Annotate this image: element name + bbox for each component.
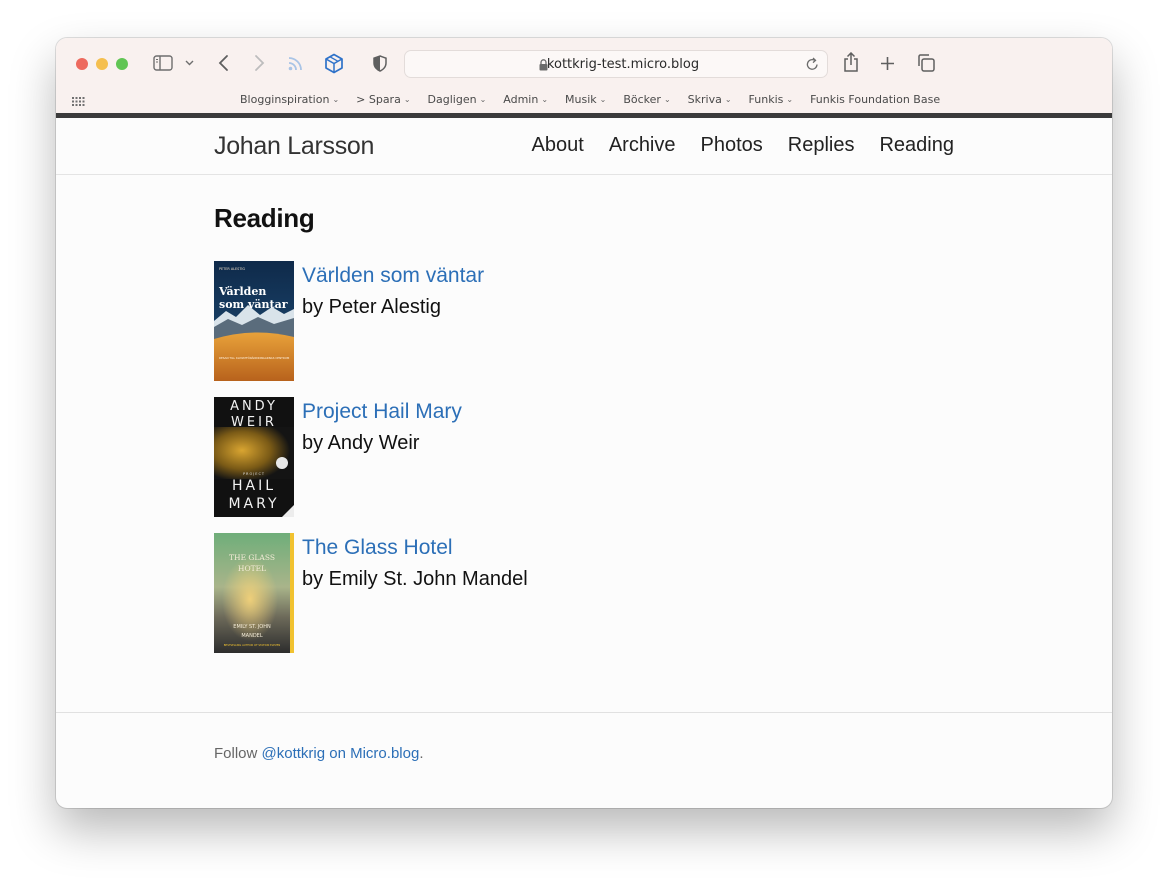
bookmark-folder[interactable]: Admin ⌄ (503, 92, 548, 106)
chevron-down-icon: ⌄ (403, 94, 411, 104)
book-item: THE GLASS HOTEL EMILY ST. JOHN MANDEL BE… (214, 533, 814, 653)
book-author: by Peter Alestig (302, 296, 441, 318)
book-item: PETER ALESTIG Världen som väntar RESAN T… (214, 261, 814, 381)
cube-extension-icon[interactable] (324, 53, 344, 74)
footer-suffix: . (419, 745, 424, 762)
browser-toolbar: kottkrig-test.micro.blog Blogginspiratio… (56, 38, 1112, 113)
bookmark-folder[interactable]: Blogginspiration ⌄ (240, 92, 339, 106)
bookmark-label: > Spara (356, 92, 401, 106)
rss-icon[interactable] (288, 56, 303, 71)
bookmark-item[interactable]: Funkis Foundation Base (810, 92, 940, 106)
footer-prefix: Follow (214, 745, 262, 762)
bookmark-folder[interactable]: Funkis ⌄ (749, 92, 794, 106)
bookmark-folder[interactable]: Musik ⌄ (565, 92, 606, 106)
book-cover[interactable]: ANDY WEIR PROJECT HAIL MARY (214, 397, 294, 517)
chevron-down-icon: ⌄ (599, 94, 607, 104)
nav-about[interactable]: About (532, 134, 584, 157)
bookmark-label: Admin (503, 92, 539, 106)
cover-author-text: PETER ALESTIG (219, 267, 245, 271)
nav-replies[interactable]: Replies (788, 134, 855, 157)
cover-label-text: PROJECT (243, 472, 265, 476)
forward-icon[interactable] (254, 54, 265, 72)
reload-icon[interactable] (806, 57, 819, 76)
chevron-down-icon: ⌄ (332, 94, 340, 104)
close-window-button[interactable] (76, 58, 88, 70)
chevron-down-icon: ⌄ (724, 94, 732, 104)
cover-title-text: Världen (218, 285, 266, 298)
bookmark-label: Blogginspiration (240, 92, 330, 106)
site-nav: About Archive Photos Replies Reading (507, 134, 954, 157)
cover-author-text: EMILY ST. JOHN (233, 624, 271, 630)
book-title-link[interactable]: Världen som väntar (302, 264, 484, 288)
bookmark-folder[interactable]: > Spara ⌄ (356, 92, 410, 106)
cover-author-text: WEIR (231, 415, 277, 430)
share-icon[interactable] (843, 52, 859, 72)
site-footer: Follow @kottkrig on Micro.blog. (214, 745, 423, 762)
bookmark-label: Funkis Foundation Base (810, 92, 941, 106)
microblog-profile-link[interactable]: @kottkrig on Micro.blog (262, 745, 420, 762)
cover-author-text: MANDEL (241, 633, 262, 639)
nav-reading[interactable]: Reading (879, 134, 954, 157)
cover-author-text: ANDY (230, 399, 278, 414)
zoom-window-button[interactable] (116, 58, 128, 70)
nav-archive[interactable]: Archive (609, 134, 676, 157)
page-title: Reading (214, 203, 315, 233)
book-author: by Andy Weir (302, 432, 420, 454)
bookmark-folder[interactable]: Dagligen ⌄ (428, 92, 487, 106)
bookmarks-bar: Blogginspiration ⌄ > Spara ⌄ Dagligen ⌄ Adm… (240, 92, 957, 106)
site-title[interactable]: Johan Larsson (214, 132, 374, 161)
cover-title-text: MARY (228, 496, 279, 512)
book-item: ANDY WEIR PROJECT HAIL MARY Project Hail… (214, 397, 814, 517)
book-cover[interactable]: THE GLASS HOTEL EMILY ST. JOHN MANDEL BE… (214, 533, 294, 653)
bookmark-label: Funkis (748, 92, 784, 106)
site-header: Johan Larsson About Archive Photos Repli… (56, 118, 1112, 175)
bookmark-label: Böcker (623, 92, 661, 106)
favorites-grid-icon[interactable] (72, 93, 85, 111)
privacy-shield-icon[interactable] (373, 55, 387, 72)
bookmark-folder[interactable]: Böcker ⌄ (623, 92, 670, 106)
browser-window: kottkrig-test.micro.blog Blogginspiratio… (56, 38, 1112, 808)
chevron-down-icon: ⌄ (663, 94, 671, 104)
nav-photos[interactable]: Photos (701, 134, 763, 157)
url-text: kottkrig-test.micro.blog (546, 57, 700, 72)
bookmark-folder[interactable]: Skriva ⌄ (688, 92, 732, 106)
back-icon[interactable] (218, 54, 229, 72)
cover-tagline-text: BESTSELLING AUTHOR OF STATION ELEVEN (224, 643, 280, 647)
book-cover[interactable]: PETER ALESTIG Världen som väntar RESAN T… (214, 261, 294, 381)
tab-overview-icon[interactable] (917, 54, 935, 72)
chevron-down-icon: ⌄ (541, 94, 549, 104)
book-title-link[interactable]: The Glass Hotel (302, 536, 453, 560)
cover-title-text: THE GLASS (229, 553, 275, 562)
sidebar-icon[interactable] (153, 55, 173, 71)
bookmark-label: Dagligen (427, 92, 477, 106)
footer-divider (56, 712, 1112, 713)
chevron-down-icon: ⌄ (479, 94, 487, 104)
book-author: by Emily St. John Mandel (302, 568, 528, 590)
cover-title-text: HOTEL (238, 564, 266, 573)
minimize-window-button[interactable] (96, 58, 108, 70)
new-tab-icon[interactable] (880, 56, 895, 71)
book-title-link[interactable]: Project Hail Mary (302, 400, 462, 424)
bookmark-label: Musik (565, 92, 597, 106)
cover-subtitle-text: RESAN TILL KLIMATFÖRÄNDRINGARNAS CENTRUM (219, 355, 290, 360)
cover-title-text: HAIL (232, 478, 276, 494)
chevron-down-icon: ⌄ (786, 94, 794, 104)
address-bar[interactable]: kottkrig-test.micro.blog (404, 50, 828, 78)
cover-title-text: som väntar (219, 298, 288, 311)
bookmark-label: Skriva (687, 92, 722, 106)
chevron-down-icon[interactable] (185, 60, 194, 66)
